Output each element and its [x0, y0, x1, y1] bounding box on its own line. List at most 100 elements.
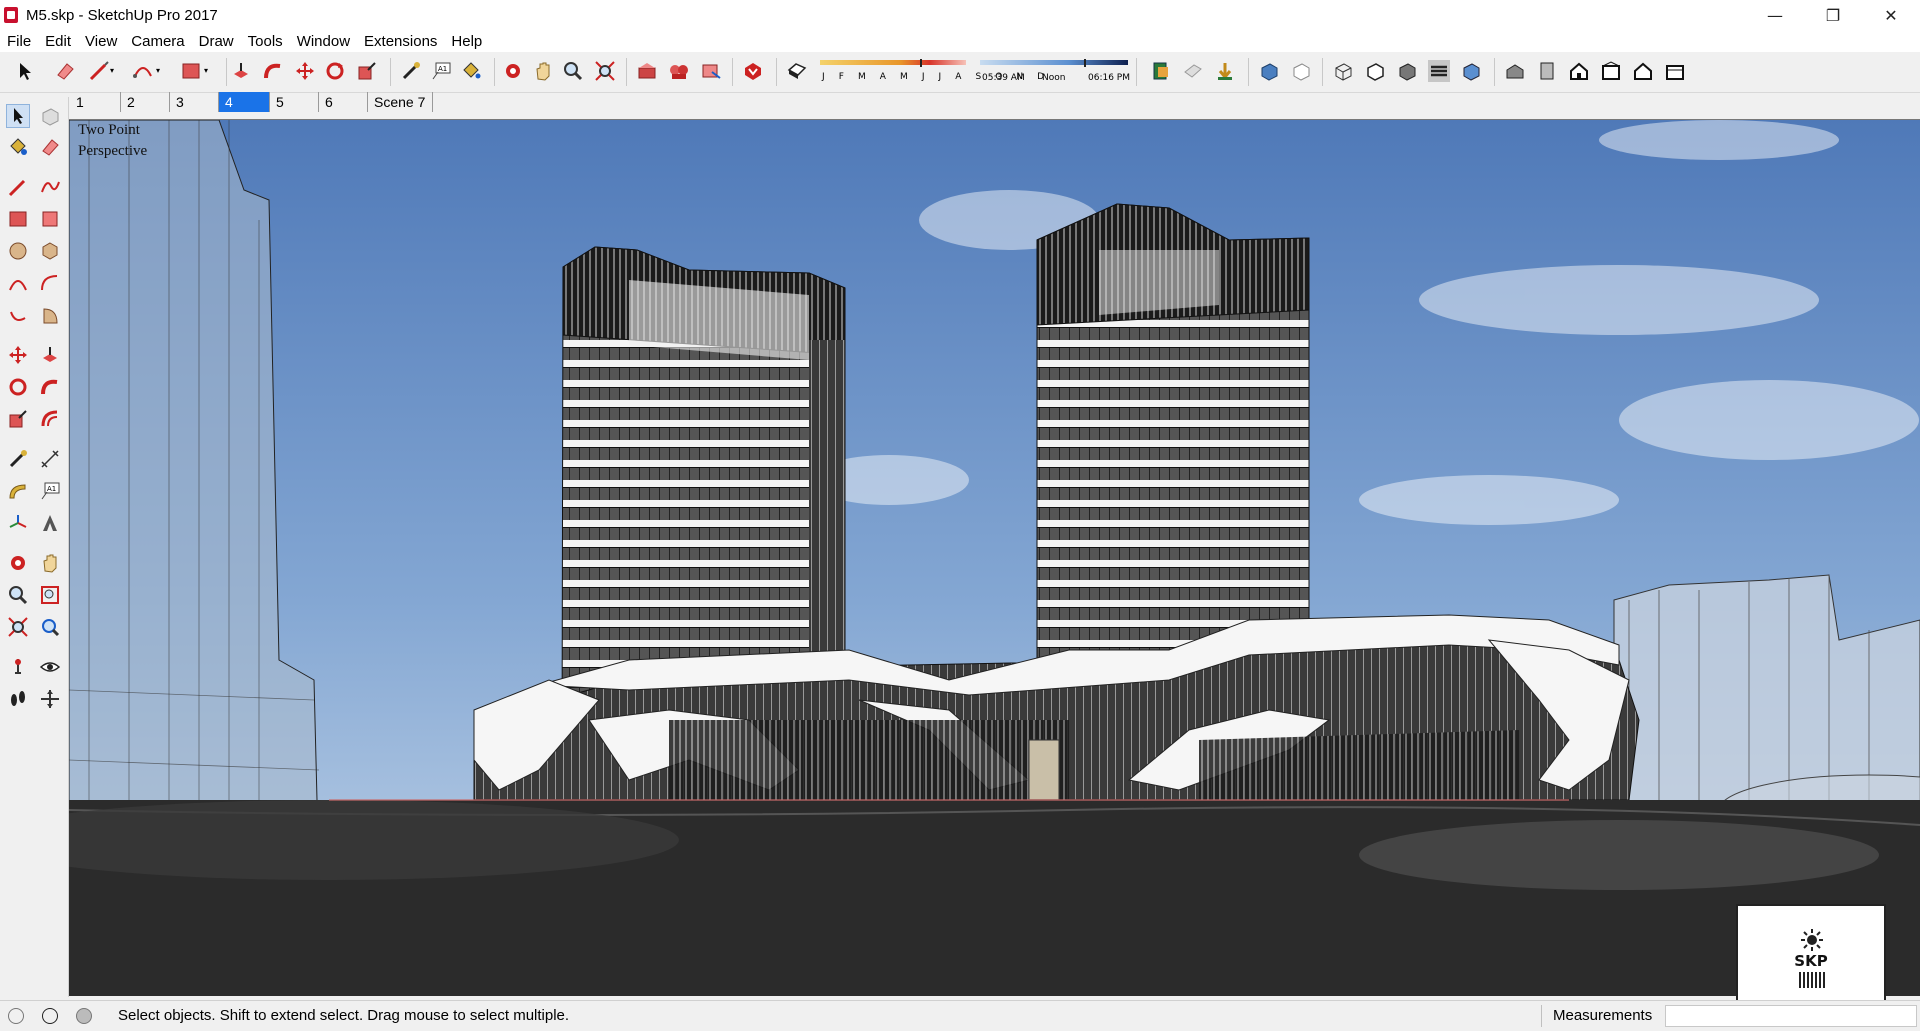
- section-plane-icon[interactable]: [1150, 60, 1172, 82]
- move-tool-icon[interactable]: [294, 60, 316, 82]
- arc-dropdown-icon[interactable]: ▾: [156, 66, 164, 75]
- rotate-icon[interactable]: [7, 376, 29, 398]
- info-icon[interactable]: [42, 1008, 58, 1024]
- paint-bucket-tool-icon[interactable]: [460, 60, 482, 82]
- menu-help[interactable]: Help: [444, 33, 489, 50]
- model-viewport[interactable]: [69, 119, 1920, 996]
- display-section-planes-icon[interactable]: [1182, 60, 1204, 82]
- section-plane-icon[interactable]: [39, 688, 61, 710]
- back-edges-style-icon[interactable]: [1290, 60, 1312, 82]
- previous-view-icon[interactable]: [39, 616, 61, 638]
- scene-tab-2[interactable]: 2: [121, 92, 170, 112]
- rotate-tool-icon[interactable]: [324, 60, 346, 82]
- rotated-rectangle-icon[interactable]: [39, 208, 61, 230]
- measurements-input[interactable]: [1665, 1005, 1917, 1027]
- shadow-time-slider[interactable]: [980, 59, 1128, 67]
- push-pull-icon[interactable]: [39, 344, 61, 366]
- menu-file[interactable]: File: [0, 33, 38, 50]
- eraser-tool-icon[interactable]: [54, 60, 76, 82]
- shadow-month-slider[interactable]: [820, 59, 966, 67]
- shadow-toggle-icon[interactable]: [786, 60, 808, 82]
- pie-icon[interactable]: [39, 304, 61, 326]
- extension-warehouse-icon[interactable]: [742, 60, 764, 82]
- scale-tool-icon[interactable]: [356, 60, 378, 82]
- tape-measure-tool-icon[interactable]: [400, 60, 422, 82]
- shaded-style-icon[interactable]: [1396, 60, 1418, 82]
- offset-icon[interactable]: [39, 408, 61, 430]
- menu-draw[interactable]: Draw: [192, 33, 241, 50]
- shaded-textures-style-icon[interactable]: [1428, 60, 1450, 82]
- top-view-icon[interactable]: [1536, 60, 1558, 82]
- zoom-extents-tool-icon[interactable]: [594, 60, 616, 82]
- share-model-icon[interactable]: [700, 60, 722, 82]
- display-section-cuts-icon[interactable]: [1214, 60, 1236, 82]
- line-icon[interactable]: [7, 176, 29, 198]
- iso-view-icon[interactable]: [1504, 60, 1526, 82]
- three-point-arc-icon[interactable]: [7, 304, 29, 326]
- get-models-icon[interactable]: [668, 60, 690, 82]
- text-icon[interactable]: A1: [39, 480, 61, 502]
- menu-tools[interactable]: Tools: [241, 33, 290, 50]
- scene-tab-5[interactable]: 5: [270, 92, 319, 112]
- zoom-extents-icon[interactable]: [7, 616, 29, 638]
- select-tool-icon[interactable]: [14, 60, 36, 82]
- back-view-icon[interactable]: [1632, 60, 1654, 82]
- rectangle-dropdown-icon[interactable]: ▾: [204, 66, 212, 75]
- tape-measure-icon[interactable]: [7, 448, 29, 470]
- rectangle-icon[interactable]: [7, 208, 29, 230]
- scene-tab-3[interactable]: 3: [170, 92, 219, 112]
- arc-icon[interactable]: [7, 272, 29, 294]
- eraser-icon[interactable]: [39, 136, 61, 158]
- walk-icon[interactable]: [7, 688, 29, 710]
- position-camera-icon[interactable]: [7, 656, 29, 678]
- geolocation-icon[interactable]: [8, 1008, 24, 1024]
- orbit-icon[interactable]: [7, 552, 29, 574]
- freehand-icon[interactable]: [39, 176, 61, 198]
- look-around-icon[interactable]: [39, 656, 61, 678]
- dimension-icon[interactable]: [39, 448, 61, 470]
- user-account-icon[interactable]: [76, 1008, 92, 1024]
- axes-icon[interactable]: [7, 512, 29, 534]
- pan-icon[interactable]: [39, 552, 61, 574]
- menu-view[interactable]: View: [78, 33, 124, 50]
- rectangle-tool-icon[interactable]: [180, 60, 202, 82]
- polygon-icon[interactable]: [39, 240, 61, 262]
- circle-icon[interactable]: [7, 240, 29, 262]
- 3d-text-icon[interactable]: [39, 512, 61, 534]
- make-component-icon[interactable]: [39, 105, 61, 127]
- menu-edit[interactable]: Edit: [38, 33, 78, 50]
- line-dropdown-icon[interactable]: ▾: [110, 66, 118, 75]
- arc-tool-icon[interactable]: [132, 60, 154, 82]
- protractor-icon[interactable]: [7, 480, 29, 502]
- right-view-icon[interactable]: [1600, 60, 1622, 82]
- scene-tab-6[interactable]: 6: [319, 92, 368, 112]
- pan-tool-icon[interactable]: [532, 60, 554, 82]
- two-point-arc-icon[interactable]: [39, 272, 61, 294]
- restore-button[interactable]: ❐: [1804, 0, 1862, 30]
- move-icon[interactable]: [7, 344, 29, 366]
- push-pull-tool-icon[interactable]: [230, 60, 252, 82]
- xray-style-icon[interactable]: [1258, 60, 1280, 82]
- sketchup-app-icon[interactable]: [4, 7, 18, 23]
- scene-tab-4[interactable]: 4: [219, 92, 270, 112]
- monochrome-style-icon[interactable]: [1460, 60, 1482, 82]
- warehouse-icon[interactable]: [636, 60, 658, 82]
- select-tool-icon[interactable]: [6, 104, 30, 128]
- zoom-window-icon[interactable]: [39, 584, 61, 606]
- left-view-icon[interactable]: [1664, 60, 1686, 82]
- line-tool-icon[interactable]: [88, 60, 110, 82]
- close-button[interactable]: ✕: [1862, 0, 1920, 30]
- wireframe-style-icon[interactable]: [1332, 60, 1354, 82]
- text-tool-icon[interactable]: A1: [430, 60, 452, 82]
- orbit-tool-icon[interactable]: [502, 60, 524, 82]
- paint-bucket-icon[interactable]: [7, 136, 29, 158]
- scene-tab-scene-7[interactable]: Scene 7: [368, 92, 433, 112]
- scene-tab-1[interactable]: 1: [70, 92, 121, 112]
- menu-extensions[interactable]: Extensions: [357, 33, 444, 50]
- follow-me-tool-icon[interactable]: [262, 60, 284, 82]
- scale-icon[interactable]: [7, 408, 29, 430]
- zoom-icon[interactable]: [7, 584, 29, 606]
- minimize-button[interactable]: —: [1746, 0, 1804, 30]
- follow-me-icon[interactable]: [39, 376, 61, 398]
- front-view-icon[interactable]: [1568, 60, 1590, 82]
